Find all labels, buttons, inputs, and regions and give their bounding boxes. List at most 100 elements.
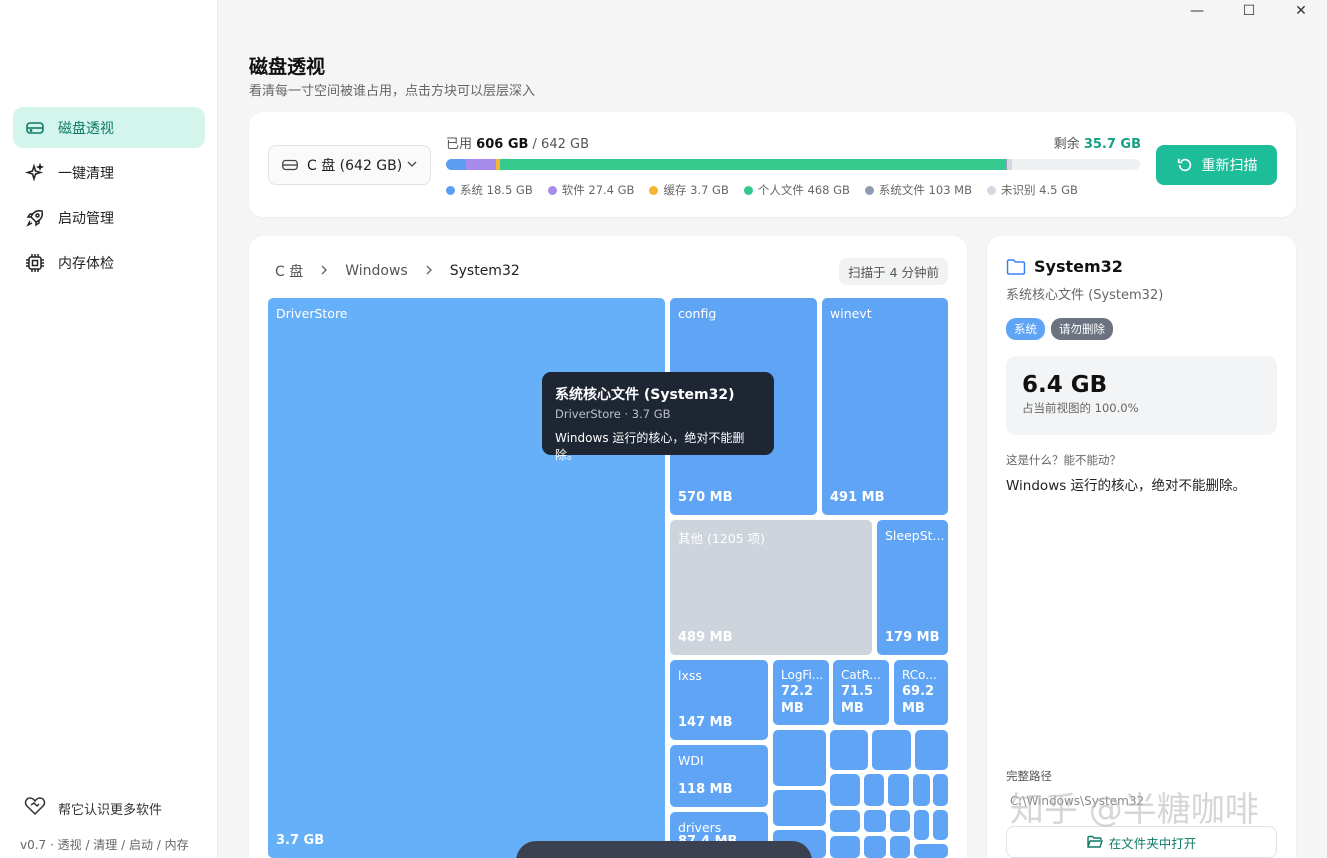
usage-bar xyxy=(446,159,1140,170)
watermark: 知乎 @半糖咖啡 xyxy=(1010,790,1259,830)
treemap-tile[interactable]: LogFi... 72.2 MB xyxy=(773,660,829,725)
tile-size: 491 MB xyxy=(830,490,885,505)
treemap-tile[interactable] xyxy=(915,730,948,770)
page-title: 磁盘透视 xyxy=(249,56,326,78)
disk-selector-value: C 盘 (642 GB) xyxy=(307,158,403,174)
tile-size: 179 MB xyxy=(885,630,940,645)
treemap-tile[interactable] xyxy=(864,774,884,806)
minimize-button[interactable]: — xyxy=(1171,0,1223,22)
legend-dot xyxy=(446,185,455,195)
treemap-tile[interactable] xyxy=(872,730,911,770)
treemap-tile[interactable]: SleepSt... 179 MB xyxy=(877,520,948,655)
rescan-button[interactable]: 重新扫描 xyxy=(1156,145,1277,185)
tile-size: 3.7 GB xyxy=(276,833,325,848)
legend-label: 未识别 4.5 GB xyxy=(1000,183,1078,197)
tile-name: lxss xyxy=(678,668,702,683)
answer-text: Windows 运行的核心，绝对不能删除。 xyxy=(1006,478,1247,494)
tile-size: 570 MB xyxy=(678,490,733,505)
version-text: v0.7 · 透视 / 清理 / 启动 / 内存 xyxy=(20,838,189,852)
scan-time-badge: 扫描于 4 分钟前 xyxy=(839,258,948,285)
treemap-tile[interactable] xyxy=(933,810,948,840)
treemap-tile[interactable] xyxy=(864,810,886,832)
remain-value: 35.7 GB xyxy=(1083,137,1141,152)
open-in-folder-label: 在文件夹中打开 xyxy=(1108,835,1197,851)
treemap-tile[interactable] xyxy=(773,730,826,786)
heart-handshake-icon xyxy=(24,796,46,820)
size-share: 占当前视图的 100.0% xyxy=(1022,401,1139,415)
treemap-tile[interactable]: winevt 491 MB xyxy=(822,298,948,515)
sidebar-item-startup[interactable]: 启动管理 xyxy=(13,197,205,238)
treemap-tile[interactable] xyxy=(890,836,910,858)
tile-size: 118 MB xyxy=(678,782,733,797)
tile-size: 72.2 MB xyxy=(781,684,814,716)
tag-do-not-delete: 请勿删除 xyxy=(1051,318,1113,340)
tile-name: drivers xyxy=(678,820,722,835)
breadcrumb-item[interactable]: C 盘 xyxy=(275,261,303,281)
size-stat: 6.4 GB 占当前视图的 100.0% xyxy=(1006,356,1277,435)
tile-name: DriverStore xyxy=(276,306,348,321)
treemap-tile[interactable] xyxy=(888,774,909,806)
chip-icon xyxy=(25,253,45,273)
legend-dot xyxy=(864,185,874,195)
legend-dot xyxy=(547,185,557,195)
treemap-tile[interactable] xyxy=(830,810,860,832)
size-value: 6.4 GB xyxy=(1022,372,1108,398)
usage-bar-segment xyxy=(465,159,496,170)
tile-name: LogFi... xyxy=(781,668,824,682)
close-button[interactable]: ✕ xyxy=(1275,0,1327,22)
detail-panel: System32 系统核心文件 (System32) 系统 请勿删除 6.4 G… xyxy=(987,236,1296,858)
legend-item: 软件 27.4 GB xyxy=(547,182,634,198)
sidebar-item-cleanup[interactable]: 一键清理 xyxy=(13,152,205,193)
breadcrumb-item[interactable]: Windows xyxy=(345,263,408,279)
detail-tags: 系统 请勿删除 xyxy=(1006,318,1119,340)
treemap-tile[interactable] xyxy=(830,730,868,770)
tile-size: 71.5 MB xyxy=(841,684,874,716)
treemap-tile[interactable]: WDI 118 MB xyxy=(670,745,768,807)
tile-name: winevt xyxy=(830,306,872,321)
learn-more-label: 帮它认识更多软件 xyxy=(58,802,163,818)
legend-item: 个人文件 468 GB xyxy=(743,182,850,198)
tile-size: 489 MB xyxy=(678,630,733,645)
sidebar-item-memory[interactable]: 内存体检 xyxy=(13,242,205,283)
learn-more-link[interactable]: 帮它认识更多软件 xyxy=(24,796,162,820)
treemap-tile[interactable] xyxy=(914,844,948,858)
treemap-tile[interactable] xyxy=(864,836,886,858)
detail-subtitle: 系统核心文件 (System32) xyxy=(1006,288,1164,303)
treemap-tile[interactable]: RCo... 69.2 MB xyxy=(894,660,948,725)
tile-name: 其他 (1205 项) xyxy=(678,531,766,546)
legend-item: 未识别 4.5 GB xyxy=(986,182,1078,198)
maximize-button[interactable]: ☐ xyxy=(1223,0,1275,22)
legend-item: 缓存 3.7 GB xyxy=(649,182,729,198)
tile-size: 69.2 MB xyxy=(902,684,935,716)
usage-bar-segment xyxy=(499,159,1006,170)
used-prefix: 已用 xyxy=(446,137,473,152)
tile-name: CatR... xyxy=(841,668,881,682)
legend-item: 系统 18.5 GB xyxy=(446,182,533,198)
treemap-tile[interactable]: lxss 147 MB xyxy=(670,660,768,740)
used-value: 606 GB xyxy=(476,137,529,152)
tooltip-title: 系统核心文件 (System32) xyxy=(555,387,735,403)
window-controls: — ☐ ✕ xyxy=(1171,0,1327,24)
treemap-tile[interactable] xyxy=(890,810,910,832)
treemap-tile[interactable] xyxy=(830,774,860,806)
tooltip-description: Windows 运行的核心，绝对不能删除。 xyxy=(555,431,745,462)
treemap-tile[interactable] xyxy=(830,836,860,858)
breadcrumb-current: System32 xyxy=(449,263,520,279)
sidebar-item-label: 内存体检 xyxy=(58,255,114,272)
folder-open-icon xyxy=(1087,835,1103,848)
disk-selector[interactable]: C 盘 (642 GB) xyxy=(268,145,431,185)
treemap-tile[interactable] xyxy=(914,810,929,840)
breadcrumb: C 盘 Windows System32 xyxy=(275,261,520,281)
usage-bar-segment xyxy=(1007,159,1013,170)
treemap-tile[interactable]: CatR... 71.5 MB xyxy=(833,660,889,725)
floating-toolbar[interactable] xyxy=(516,841,812,858)
treemap-tile-other[interactable]: 其他 (1205 项) 489 MB xyxy=(670,520,872,655)
treemap-tile[interactable] xyxy=(933,774,948,806)
sidebar-item-disk-view[interactable]: 磁盘透视 xyxy=(13,107,205,148)
sidebar: 磁盘透视 一键清理 启动管理 内存体检 帮它认识更多软件 v0.7 · 透视 /… xyxy=(0,0,218,858)
question-label: 这是什么？能不能动？ xyxy=(1006,453,1121,467)
usage-legend: 系统 18.5 GB 软件 27.4 GB 缓存 3.7 GB 个人文件 468 GB… xyxy=(446,182,1093,198)
total-value: / 642 GB xyxy=(532,137,589,152)
treemap-tile[interactable] xyxy=(913,774,930,806)
treemap-tile[interactable] xyxy=(773,790,826,826)
